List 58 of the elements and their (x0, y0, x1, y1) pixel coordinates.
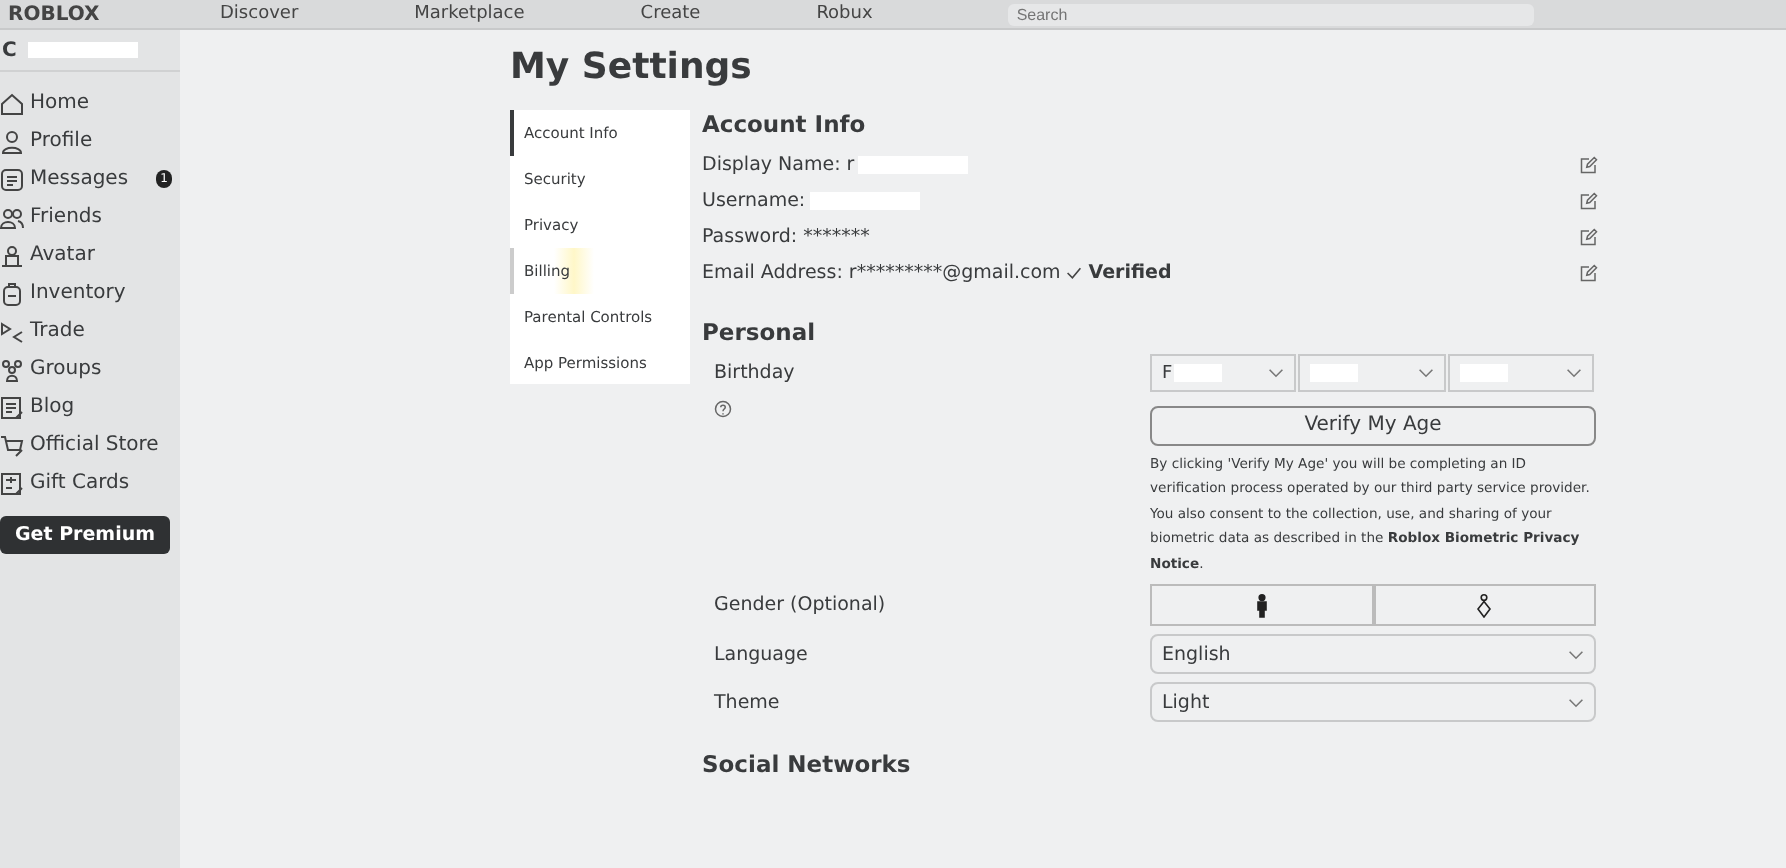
language-label: Language (712, 643, 810, 665)
theme-dropdown[interactable]: Light (1150, 682, 1596, 722)
chevron-down-icon (1268, 368, 1285, 378)
nav-link[interactable]: Create (640, 4, 701, 24)
edit-icon[interactable] (1580, 263, 1598, 281)
sidebar-item[interactable]: Blog (0, 388, 180, 426)
language-dropdown[interactable]: English (1150, 634, 1596, 674)
person-icon (0, 129, 24, 153)
house-icon (0, 91, 24, 115)
figure-icon (0, 243, 24, 267)
help-icon[interactable] (714, 400, 732, 418)
sidebar-item[interactable]: Avatar (0, 236, 180, 274)
card-icon (0, 471, 24, 495)
gender-label: Gender (Optional) (712, 594, 888, 616)
account-field-text: Display Name: r (702, 153, 855, 175)
nav-link[interactable]: Marketplace (414, 4, 525, 24)
chevron-down-icon (1417, 368, 1434, 378)
account-field-text: Email Address: r*********@gmail.com (702, 261, 1061, 283)
account-field-text: Username: (702, 189, 806, 211)
sidebar-item[interactable]: Inventory (0, 274, 180, 312)
theme-label: Theme (712, 691, 782, 713)
search-field[interactable]: Search (1008, 3, 1535, 25)
sidebar-item[interactable]: Trade (0, 312, 180, 350)
document-icon (0, 395, 24, 419)
verified-label: Verified (1088, 261, 1172, 283)
birthday-label: Birthday (712, 362, 797, 384)
edit-icon[interactable] (1580, 191, 1598, 209)
arrows-icon (0, 319, 24, 343)
account-field-text: Password: ******* (702, 225, 870, 247)
sidebar-item[interactable]: Home (0, 84, 180, 122)
section-heading: Social Networks (702, 750, 913, 778)
chevron-down-icon (1568, 649, 1584, 659)
chevron-down-icon (1568, 697, 1584, 707)
chevron-down-icon (1565, 368, 1582, 378)
birthday-dropdown[interactable]: F (1150, 354, 1297, 392)
sidebar-item[interactable]: Friends (0, 198, 180, 236)
page-title: My Settings (510, 46, 754, 88)
verify-age-button[interactable]: Verify My Age (1150, 405, 1596, 445)
nav-link[interactable]: Discover (220, 4, 299, 24)
redaction-block (28, 42, 139, 58)
edit-icon[interactable] (1580, 155, 1598, 173)
group-icon (0, 357, 24, 381)
edit-icon[interactable] (1580, 227, 1598, 245)
sidebar-item[interactable]: Profile (0, 122, 180, 160)
checkmark-icon (1066, 265, 1083, 279)
people-icon (0, 205, 24, 229)
section-heading: Account Info (702, 110, 868, 138)
nav-link[interactable]: Robux (816, 4, 873, 24)
cart-icon (0, 433, 24, 457)
section-heading: Personal (702, 318, 818, 346)
get-premium-button[interactable]: Get Premium (0, 516, 170, 554)
sidebar-item[interactable]: Groups (0, 350, 180, 388)
message-icon (0, 167, 24, 191)
backpack-icon (0, 281, 24, 305)
logo[interactable]: ROBLOX (8, 3, 220, 25)
username[interactable]: C (2, 39, 17, 61)
sidebar-item[interactable]: Official Store (0, 426, 180, 464)
sidebar-item[interactable]: Gift Cards (0, 464, 180, 502)
